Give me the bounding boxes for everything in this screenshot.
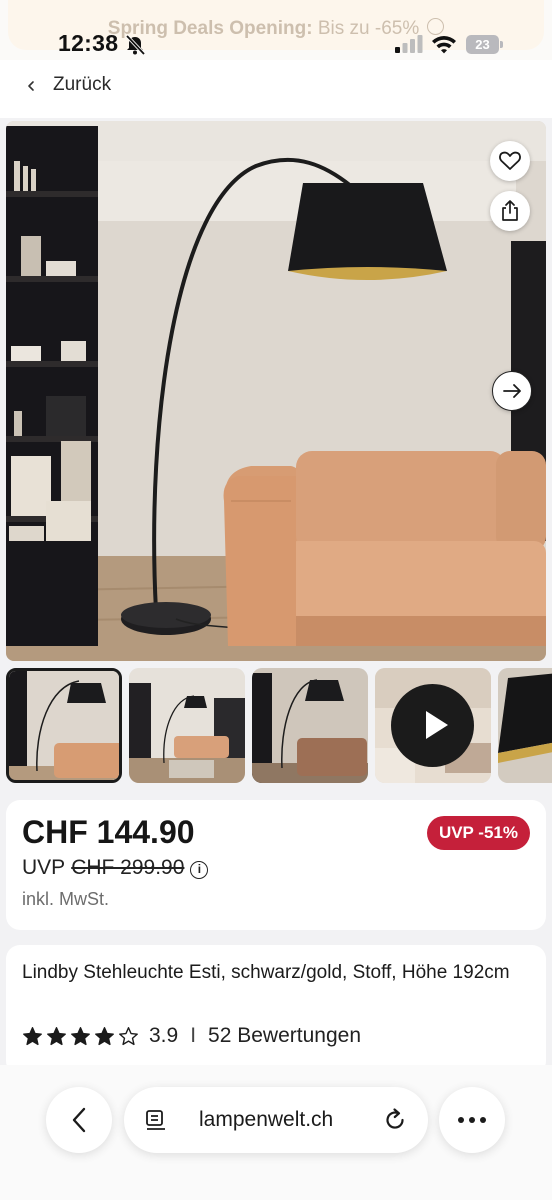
thumbnail-image: [252, 668, 368, 783]
current-price: CHF 144.90: [22, 814, 195, 850]
star-filled-icon: [95, 1026, 114, 1045]
star-filled-icon: [47, 1026, 66, 1045]
more-icon: [458, 1117, 464, 1123]
thumbnail-video[interactable]: [375, 668, 491, 783]
url-text: lampenwelt.ch: [199, 1108, 334, 1131]
info-icon[interactable]: i: [190, 861, 209, 879]
battery-level: 23: [466, 35, 499, 54]
battery-tip: [500, 41, 503, 48]
uvp-old-price: CHF 299.90: [71, 856, 185, 879]
product-info-card: Lindby Stehleuchte Esti, schwarz/gold, S…: [6, 945, 546, 1075]
review-count-link[interactable]: 52 Bewertungen: [208, 1024, 361, 1048]
thumbnail-image: [498, 668, 552, 783]
browser-toolbar: lampenwelt.ch: [0, 1065, 552, 1200]
reload-icon[interactable]: [382, 1107, 408, 1133]
wifi-icon: [432, 36, 456, 54]
product-image[interactable]: [6, 121, 546, 661]
chevron-left-icon: [28, 81, 34, 91]
more-options-button[interactable]: [439, 1087, 505, 1153]
thumbnail-2[interactable]: [129, 668, 245, 783]
star-empty-icon: [119, 1026, 138, 1045]
play-button[interactable]: [391, 684, 474, 767]
thumbnail-image: [9, 671, 119, 780]
back-link[interactable]: Zurück: [53, 74, 111, 96]
product-title: Lindby Stehleuchte Esti, schwarz/gold, S…: [22, 962, 510, 983]
product-photo: [6, 121, 546, 661]
thumbnail-5[interactable]: [498, 668, 552, 783]
thumbnail-1[interactable]: [6, 668, 122, 783]
thumbnail-3[interactable]: [252, 668, 368, 783]
discount-badge: UVP -51%: [426, 816, 530, 850]
rating-separator: I: [190, 1024, 197, 1047]
next-image-button[interactable]: [492, 371, 532, 411]
thumbnail-strip[interactable]: [6, 668, 552, 783]
thumbnail-image: [129, 668, 245, 783]
bell-muted-icon: [125, 34, 146, 56]
chevron-left-icon: [72, 1107, 86, 1133]
star-rating: [22, 1026, 139, 1047]
rating-row[interactable]: 3.9 I 52 Bewertungen: [22, 1023, 361, 1049]
uvp-label: UVP: [22, 856, 66, 879]
reader-mode-icon: [146, 1110, 165, 1130]
signal-icon: [395, 35, 423, 53]
arrow-right-icon: [503, 384, 521, 398]
heart-icon: [499, 151, 521, 170]
battery-indicator: 23: [466, 35, 503, 54]
status-time: 12:38: [58, 30, 119, 56]
more-icon: [480, 1117, 486, 1123]
favorite-button[interactable]: [490, 141, 530, 181]
tax-note: inkl. MwSt.: [22, 889, 110, 909]
price-card: CHF 144.90 UVP CHF 299.90 i inkl. MwSt. UV…: [6, 800, 546, 930]
more-icon: [469, 1117, 475, 1123]
rating-value: 3.9: [149, 1024, 179, 1047]
star-filled-icon: [23, 1026, 42, 1045]
uvp-price: UVP CHF 299.90 i: [22, 856, 209, 880]
star-filled-icon: [71, 1026, 90, 1045]
info-icon: [427, 18, 445, 35]
back-nav[interactable]: Zurück: [0, 60, 552, 118]
share-button[interactable]: [490, 191, 530, 231]
address-bar[interactable]: lampenwelt.ch: [124, 1087, 428, 1153]
top-area: Spring Deals Opening: Bis zu -65% 12:38 …: [0, 0, 552, 60]
play-icon: [426, 711, 448, 739]
share-icon: [502, 200, 518, 221]
browser-back-button[interactable]: [46, 1087, 112, 1153]
